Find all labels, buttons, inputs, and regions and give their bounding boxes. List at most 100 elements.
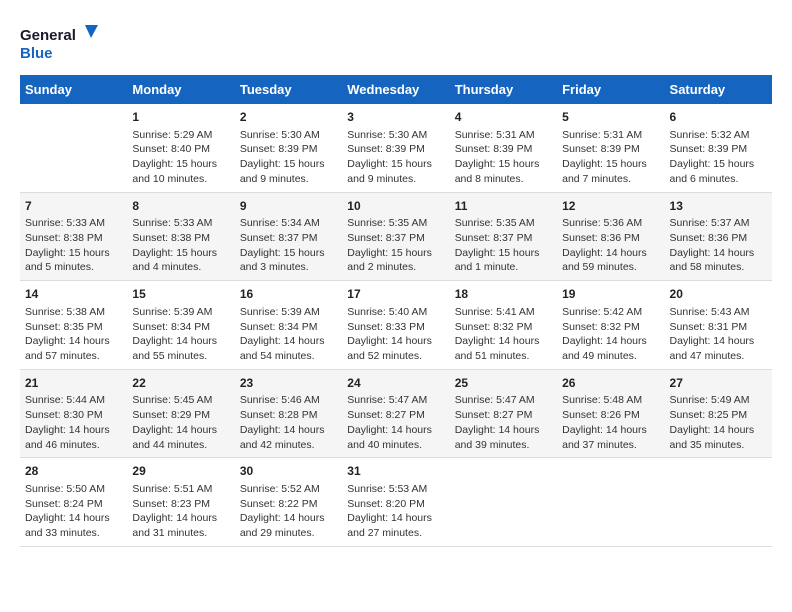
day-info: Sunrise: 5:34 AM Sunset: 8:37 PM Dayligh… <box>240 216 337 275</box>
day-number: 26 <box>562 375 659 392</box>
week-row-4: 21Sunrise: 5:44 AM Sunset: 8:30 PM Dayli… <box>20 369 772 458</box>
day-info: Sunrise: 5:38 AM Sunset: 8:35 PM Dayligh… <box>25 305 122 364</box>
day-cell: 18Sunrise: 5:41 AM Sunset: 8:32 PM Dayli… <box>450 281 557 370</box>
day-info: Sunrise: 5:30 AM Sunset: 8:39 PM Dayligh… <box>347 128 444 187</box>
day-number: 21 <box>25 375 122 392</box>
day-cell <box>20 104 127 192</box>
day-number: 14 <box>25 286 122 303</box>
day-info: Sunrise: 5:41 AM Sunset: 8:32 PM Dayligh… <box>455 305 552 364</box>
day-number: 15 <box>132 286 229 303</box>
day-info: Sunrise: 5:52 AM Sunset: 8:22 PM Dayligh… <box>240 482 337 541</box>
day-info: Sunrise: 5:45 AM Sunset: 8:29 PM Dayligh… <box>132 393 229 452</box>
day-number: 17 <box>347 286 444 303</box>
day-number: 7 <box>25 198 122 215</box>
day-cell: 10Sunrise: 5:35 AM Sunset: 8:37 PM Dayli… <box>342 192 449 281</box>
day-info: Sunrise: 5:39 AM Sunset: 8:34 PM Dayligh… <box>132 305 229 364</box>
day-info: Sunrise: 5:47 AM Sunset: 8:27 PM Dayligh… <box>347 393 444 452</box>
day-cell: 22Sunrise: 5:45 AM Sunset: 8:29 PM Dayli… <box>127 369 234 458</box>
svg-text:General: General <box>20 27 76 44</box>
day-number: 2 <box>240 109 337 126</box>
day-number: 31 <box>347 463 444 480</box>
day-cell: 3 Sunrise: 5:30 AM Sunset: 8:39 PM Daylig… <box>342 104 449 192</box>
day-number: 22 <box>132 375 229 392</box>
day-cell: 6 Sunrise: 5:32 AM Sunset: 8:39 PM Daylig… <box>665 104 772 192</box>
day-info: Sunrise: 5:32 AM Sunset: 8:39 PM Dayligh… <box>670 128 767 187</box>
day-info: Sunrise: 5:35 AM Sunset: 8:37 PM Dayligh… <box>455 216 552 275</box>
day-cell: 2 Sunrise: 5:30 AM Sunset: 8:39 PM Daylig… <box>235 104 342 192</box>
day-number: 16 <box>240 286 337 303</box>
day-number: 29 <box>132 463 229 480</box>
calendar-table: SundayMondayTuesdayWednesdayThursdayFrid… <box>20 75 772 547</box>
svg-text:Blue: Blue <box>20 45 53 62</box>
page-header: General Blue <box>20 20 772 65</box>
day-info: Sunrise: 5:53 AM Sunset: 8:20 PM Dayligh… <box>347 482 444 541</box>
day-info: Sunrise: 5:47 AM Sunset: 8:27 PM Dayligh… <box>455 393 552 452</box>
header-cell-monday: Monday <box>127 75 234 104</box>
day-info: Sunrise: 5:29 AM Sunset: 8:40 PM Dayligh… <box>132 128 229 187</box>
day-cell: 21Sunrise: 5:44 AM Sunset: 8:30 PM Dayli… <box>20 369 127 458</box>
calendar-body: 1 Sunrise: 5:29 AM Sunset: 8:40 PM Daylig… <box>20 104 772 546</box>
day-number: 5 <box>562 109 659 126</box>
day-number: 19 <box>562 286 659 303</box>
day-info: Sunrise: 5:48 AM Sunset: 8:26 PM Dayligh… <box>562 393 659 452</box>
week-row-1: 1 Sunrise: 5:29 AM Sunset: 8:40 PM Daylig… <box>20 104 772 192</box>
logo-svg: General Blue <box>20 20 100 65</box>
logo: General Blue <box>20 20 100 65</box>
day-cell: 28Sunrise: 5:50 AM Sunset: 8:24 PM Dayli… <box>20 458 127 547</box>
header-row: SundayMondayTuesdayWednesdayThursdayFrid… <box>20 75 772 104</box>
day-number: 23 <box>240 375 337 392</box>
day-info: Sunrise: 5:51 AM Sunset: 8:23 PM Dayligh… <box>132 482 229 541</box>
day-number: 25 <box>455 375 552 392</box>
day-number: 30 <box>240 463 337 480</box>
day-info: Sunrise: 5:36 AM Sunset: 8:36 PM Dayligh… <box>562 216 659 275</box>
header-cell-thursday: Thursday <box>450 75 557 104</box>
header-cell-tuesday: Tuesday <box>235 75 342 104</box>
day-number: 24 <box>347 375 444 392</box>
day-info: Sunrise: 5:30 AM Sunset: 8:39 PM Dayligh… <box>240 128 337 187</box>
day-cell: 7Sunrise: 5:33 AM Sunset: 8:38 PM Daylig… <box>20 192 127 281</box>
day-cell: 31 Sunrise: 5:53 AM Sunset: 8:20 PM Dayli… <box>342 458 449 547</box>
day-info: Sunrise: 5:46 AM Sunset: 8:28 PM Dayligh… <box>240 393 337 452</box>
day-cell: 24Sunrise: 5:47 AM Sunset: 8:27 PM Dayli… <box>342 369 449 458</box>
day-info: Sunrise: 5:33 AM Sunset: 8:38 PM Dayligh… <box>25 216 122 275</box>
day-cell: 20Sunrise: 5:43 AM Sunset: 8:31 PM Dayli… <box>665 281 772 370</box>
day-number: 3 <box>347 109 444 126</box>
header-cell-saturday: Saturday <box>665 75 772 104</box>
day-cell: 1 Sunrise: 5:29 AM Sunset: 8:40 PM Daylig… <box>127 104 234 192</box>
day-number: 10 <box>347 198 444 215</box>
day-cell: 29 Sunrise: 5:51 AM Sunset: 8:23 PM Dayli… <box>127 458 234 547</box>
day-number: 20 <box>670 286 767 303</box>
day-cell: 25Sunrise: 5:47 AM Sunset: 8:27 PM Dayli… <box>450 369 557 458</box>
week-row-2: 7Sunrise: 5:33 AM Sunset: 8:38 PM Daylig… <box>20 192 772 281</box>
day-cell: 23Sunrise: 5:46 AM Sunset: 8:28 PM Dayli… <box>235 369 342 458</box>
header-cell-wednesday: Wednesday <box>342 75 449 104</box>
header-cell-sunday: Sunday <box>20 75 127 104</box>
day-cell <box>450 458 557 547</box>
day-number: 9 <box>240 198 337 215</box>
day-number: 6 <box>670 109 767 126</box>
day-number: 27 <box>670 375 767 392</box>
day-cell: 4 Sunrise: 5:31 AM Sunset: 8:39 PM Daylig… <box>450 104 557 192</box>
day-number: 12 <box>562 198 659 215</box>
day-cell: 14 Sunrise: 5:38 AM Sunset: 8:35 PM Dayli… <box>20 281 127 370</box>
day-cell <box>557 458 664 547</box>
day-number: 1 <box>132 109 229 126</box>
day-cell: 8Sunrise: 5:33 AM Sunset: 8:38 PM Daylig… <box>127 192 234 281</box>
day-number: 4 <box>455 109 552 126</box>
day-cell: 12Sunrise: 5:36 AM Sunset: 8:36 PM Dayli… <box>557 192 664 281</box>
day-info: Sunrise: 5:31 AM Sunset: 8:39 PM Dayligh… <box>562 128 659 187</box>
day-number: 8 <box>132 198 229 215</box>
day-number: 13 <box>670 198 767 215</box>
day-info: Sunrise: 5:39 AM Sunset: 8:34 PM Dayligh… <box>240 305 337 364</box>
day-info: Sunrise: 5:50 AM Sunset: 8:24 PM Dayligh… <box>25 482 122 541</box>
week-row-5: 28Sunrise: 5:50 AM Sunset: 8:24 PM Dayli… <box>20 458 772 547</box>
day-cell: 9Sunrise: 5:34 AM Sunset: 8:37 PM Daylig… <box>235 192 342 281</box>
day-cell: 16 Sunrise: 5:39 AM Sunset: 8:34 PM Dayli… <box>235 281 342 370</box>
day-info: Sunrise: 5:37 AM Sunset: 8:36 PM Dayligh… <box>670 216 767 275</box>
calendar-header: SundayMondayTuesdayWednesdayThursdayFrid… <box>20 75 772 104</box>
header-cell-friday: Friday <box>557 75 664 104</box>
day-info: Sunrise: 5:40 AM Sunset: 8:33 PM Dayligh… <box>347 305 444 364</box>
day-cell: 15 Sunrise: 5:39 AM Sunset: 8:34 PM Dayli… <box>127 281 234 370</box>
day-cell <box>665 458 772 547</box>
day-info: Sunrise: 5:31 AM Sunset: 8:39 PM Dayligh… <box>455 128 552 187</box>
